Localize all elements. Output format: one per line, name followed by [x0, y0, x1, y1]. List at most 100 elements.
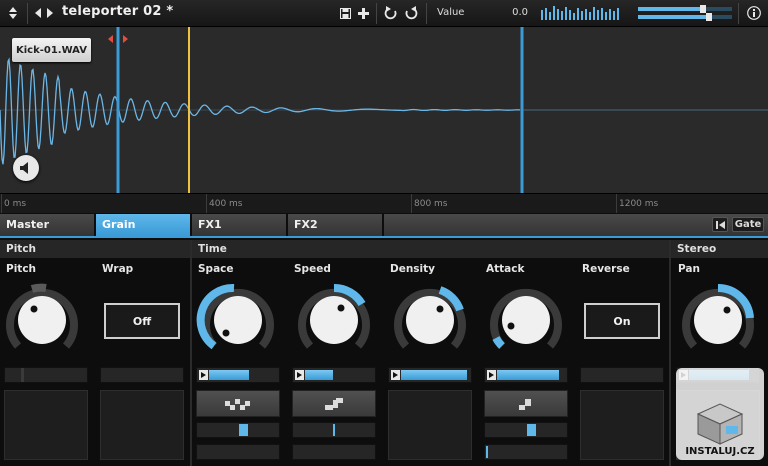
- speaker-icon[interactable]: [13, 155, 39, 181]
- toolbar-divider: [27, 3, 28, 24]
- space-mod-bar[interactable]: [196, 367, 280, 383]
- attack-extra-slot[interactable]: [484, 444, 568, 460]
- toolbar-divider: [738, 3, 739, 24]
- wrap-mod-slot[interactable]: [100, 390, 184, 460]
- reverse-toggle[interactable]: On: [584, 303, 660, 339]
- wrap-toggle[interactable]: Off: [104, 303, 180, 339]
- info-icon[interactable]: [745, 4, 763, 22]
- ruler-tick: [1, 194, 2, 214]
- group-divider: [190, 240, 192, 466]
- attack-depth-slider[interactable]: [484, 422, 568, 438]
- tab-fx1[interactable]: FX1: [192, 214, 286, 236]
- density-mod-bar[interactable]: [388, 367, 472, 383]
- ruler-tick: [206, 194, 207, 214]
- pitch-knob[interactable]: [0, 282, 84, 356]
- speed-knob[interactable]: [292, 282, 376, 356]
- top-toolbar: teleporter 02 * Value 0.0: [0, 0, 768, 27]
- undo-icon[interactable]: [383, 4, 399, 22]
- volume-sliders[interactable]: [638, 5, 732, 21]
- gate-button[interactable]: Gate: [732, 217, 764, 232]
- pan-label: Pan: [678, 263, 700, 275]
- space-label: Space: [198, 263, 234, 275]
- wrap-label: Wrap: [102, 263, 134, 275]
- prev-next-icon[interactable]: [34, 4, 54, 22]
- pitch-mod-slot[interactable]: [4, 390, 88, 460]
- density-label: Density: [390, 263, 436, 275]
- parameter-name: Value: [437, 7, 465, 18]
- tab-master[interactable]: Master: [0, 214, 94, 236]
- step-shape-icon: [519, 398, 531, 410]
- parameter-value[interactable]: 0.0: [490, 7, 528, 18]
- group-header-pitch: Pitch: [0, 240, 190, 258]
- speed-shape-button[interactable]: [292, 390, 376, 417]
- density-knob[interactable]: [388, 282, 472, 356]
- attack-depth-handle[interactable]: [527, 424, 536, 436]
- density-mod-fill: [401, 370, 467, 380]
- marker-right-arrow-icon: [123, 35, 128, 43]
- space-shape-button[interactable]: [196, 390, 280, 417]
- waveform-display[interactable]: Kick-01.WAV 0 ms 400 ms 800 ms 1200 ms: [0, 27, 768, 214]
- group-header-time: Time: [192, 240, 669, 258]
- step-shape-icon: [325, 397, 343, 410]
- ruler-label: 1200 ms: [619, 199, 659, 209]
- rewind-icon[interactable]: [712, 217, 728, 232]
- level-meter: [541, 6, 619, 20]
- speed-label: Speed: [294, 263, 331, 275]
- reverse-label: Reverse: [582, 263, 630, 275]
- pitch-mod-bar[interactable]: [4, 367, 88, 383]
- watermark-logo: INSTALUJ.CZ: [676, 368, 764, 460]
- ruler-tick: [411, 194, 412, 214]
- reverse-mod-slot[interactable]: [580, 390, 664, 460]
- sample-name-label[interactable]: Kick-01.WAV: [12, 38, 91, 62]
- pitch-mod-handle[interactable]: [21, 368, 24, 382]
- wrap-mod-bar[interactable]: [100, 367, 184, 383]
- space-extra-slot[interactable]: [196, 444, 280, 460]
- time-ruler[interactable]: 0 ms 400 ms 800 ms 1200 ms: [0, 193, 768, 214]
- ruler-label: 400 ms: [209, 199, 243, 209]
- preset-name[interactable]: teleporter 02 *: [62, 4, 173, 19]
- save-icon[interactable]: [338, 4, 352, 22]
- tab-fx2[interactable]: FX2: [288, 214, 382, 236]
- pitch-label: Pitch: [6, 263, 37, 275]
- tab-bar: Master Grain FX1 FX2 Gate: [0, 213, 768, 238]
- play-arrow-icon[interactable]: [199, 370, 208, 380]
- waveform-svg: [0, 27, 768, 193]
- ruler-tick: [616, 194, 617, 214]
- toolbar-divider: [426, 3, 427, 24]
- play-arrow-icon[interactable]: [295, 370, 304, 380]
- marker-left-arrow-icon: [108, 35, 113, 43]
- add-icon[interactable]: [356, 4, 370, 22]
- density-mod-slot[interactable]: [388, 390, 472, 460]
- speed-depth-slider[interactable]: [292, 422, 376, 438]
- group-header-stereo: Stereo: [671, 240, 768, 258]
- attack-knob[interactable]: [484, 282, 568, 356]
- tab-bar-filler: [384, 214, 768, 236]
- ruler-label: 800 ms: [414, 199, 448, 209]
- speed-mod-bar[interactable]: [292, 367, 376, 383]
- pan-knob[interactable]: [676, 282, 760, 356]
- redo-icon[interactable]: [403, 4, 419, 22]
- waveform-trace: [0, 57, 520, 165]
- space-depth-handle[interactable]: [239, 424, 248, 436]
- reverse-mod-bar[interactable]: [580, 367, 664, 383]
- space-knob[interactable]: [196, 282, 280, 356]
- attack-mod-fill: [497, 370, 559, 380]
- play-arrow-icon[interactable]: [487, 370, 496, 380]
- speed-depth-handle[interactable]: [333, 424, 335, 436]
- ruler-label: 0 ms: [4, 199, 27, 209]
- speed-mod-fill: [305, 370, 333, 380]
- installer-box-icon: [696, 403, 744, 445]
- space-mod-fill: [209, 370, 249, 380]
- watermark-text: INSTALUJ.CZ: [685, 446, 755, 457]
- play-arrow-icon[interactable]: [391, 370, 400, 380]
- grip-icon[interactable]: [6, 4, 20, 22]
- toolbar-divider: [376, 3, 377, 24]
- random-shape-icon: [225, 398, 250, 410]
- attack-label: Attack: [486, 263, 525, 275]
- tab-grain[interactable]: Grain: [96, 214, 190, 236]
- attack-mod-bar[interactable]: [484, 367, 568, 383]
- speed-extra-slot[interactable]: [292, 444, 376, 460]
- group-divider: [669, 240, 671, 466]
- attack-shape-button[interactable]: [484, 390, 568, 417]
- space-depth-slider[interactable]: [196, 422, 280, 438]
